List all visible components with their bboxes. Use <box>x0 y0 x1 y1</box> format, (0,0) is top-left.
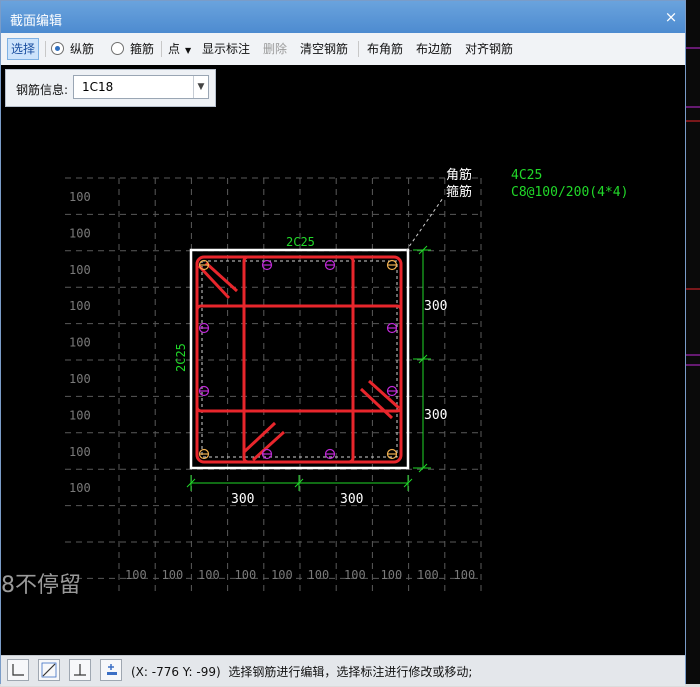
grid-label: 100 <box>454 568 476 582</box>
grid-label: 100 <box>69 445 91 459</box>
dim-bottom-right[interactable]: 300 <box>340 492 363 507</box>
status-bar: (X: -776 Y: -99) 选择钢筋进行编辑，选择标注进行修改或移动; <box>1 655 685 686</box>
drawing-canvas[interactable]: 100 100 100 100 100 100 100 100 100 100 100 100 100 1… <box>1 65 685 655</box>
align-rebar-button[interactable]: 对齐钢筋 <box>465 39 513 59</box>
dim-bottom-left[interactable]: 300 <box>231 492 254 507</box>
grid-label: 100 <box>344 568 366 582</box>
show-annotation-button[interactable]: 显示标注 <box>202 39 250 59</box>
grid-label: 100 <box>235 568 257 582</box>
grid-label: 100 <box>69 481 91 495</box>
dim-right-top[interactable]: 300 <box>424 299 447 314</box>
watermark: 8不停留 <box>1 573 81 598</box>
select-tool-button[interactable]: 选择 <box>7 38 40 60</box>
grid-label: 100 <box>69 299 91 313</box>
rebar-info-label: 钢筋信息: <box>16 83 69 97</box>
toolbar: 选择 纵筋 箍筋 点 ▼ 显示标注 删除 清空钢筋 布角筋 布边筋 对齐钢筋 <box>1 33 685 66</box>
grid-label: 100 <box>69 372 91 386</box>
corner-rebar-button[interactable]: 布角筋 <box>367 39 403 59</box>
section-drawing: 100 100 100 100 100 100 100 100 100 100 100 100 100 1… <box>65 167 628 591</box>
grid-label: 100 <box>381 568 403 582</box>
background-app-strip <box>686 0 700 684</box>
status-text: (X: -776 Y: -99) 选择钢筋进行编辑，选择标注进行修改或移动; <box>131 663 472 680</box>
close-icon[interactable]: × <box>663 9 679 25</box>
background-grid <box>65 177 482 591</box>
grid-label: 100 <box>308 568 330 582</box>
perpendicular-icon[interactable] <box>69 659 91 681</box>
left-edge-label[interactable]: 2C25 <box>174 343 188 372</box>
grid-label: 100 <box>69 336 91 350</box>
rebar-info-select[interactable]: 1C18 ▼ <box>73 75 209 99</box>
snap-line-icon[interactable] <box>38 659 60 681</box>
corner-label[interactable]: 角筋 <box>446 167 472 183</box>
toolbar-separator <box>358 41 359 57</box>
grid-label: 100 <box>125 568 147 582</box>
toggle-panel-icon[interactable] <box>100 659 122 681</box>
status-message: 选择钢筋进行编辑，选择标注进行修改或移动; <box>228 665 473 679</box>
grid-label: 100 <box>69 263 91 277</box>
chevron-down-icon[interactable]: ▼ <box>193 76 208 98</box>
chevron-down-icon: ▼ <box>185 46 192 55</box>
delete-button[interactable]: 删除 <box>263 39 287 59</box>
grid-label: 100 <box>69 226 91 240</box>
grid-label: 100 <box>271 568 293 582</box>
ortho-mode-icon[interactable] <box>7 659 29 681</box>
toolbar-separator <box>45 41 46 57</box>
toolbar-separator <box>161 41 162 57</box>
stirrup-label: 箍筋 <box>130 42 155 56</box>
rebar-info-value: 1C18 <box>82 80 114 94</box>
window-title: 截面编辑 <box>10 14 63 29</box>
stirrup-label-text[interactable]: 箍筋 <box>446 184 472 200</box>
grid-label: 100 <box>417 568 439 582</box>
title-bar: 截面编辑 × <box>1 1 685 33</box>
grid-label: 100 <box>69 408 91 422</box>
corner-value-label[interactable]: 4C25 <box>511 168 542 183</box>
longitudinal-label: 纵筋 <box>70 42 95 56</box>
stirrup-radio[interactable]: 箍筋 <box>111 39 154 59</box>
longitudinal-radio[interactable]: 纵筋 <box>51 39 94 59</box>
grid-label: 100 <box>69 190 91 204</box>
radio-checked-icon <box>51 42 64 55</box>
dim-right-bottom[interactable]: 300 <box>424 408 447 423</box>
point-dropdown[interactable]: 点 ▼ <box>168 39 191 59</box>
clear-rebar-button[interactable]: 清空钢筋 <box>300 39 348 59</box>
top-edge-label[interactable]: 2C25 <box>286 235 315 249</box>
point-label: 点 <box>168 42 181 56</box>
cursor-coords: (X: -776 Y: -99) <box>131 665 221 679</box>
grid-label: 100 <box>198 568 220 582</box>
section-editor-window: 截面编辑 × 选择 纵筋 箍筋 点 ▼ 显示标注 删除 清空钢筋 布角筋 布边筋 … <box>0 0 686 686</box>
grid-label: 100 <box>162 568 184 582</box>
rebar-info-panel: 钢筋信息: 1C18 ▼ <box>5 69 216 107</box>
stirrup-value-label[interactable]: C8@100/200(4*4) <box>511 185 628 200</box>
edge-rebar-button[interactable]: 布边筋 <box>416 39 452 59</box>
leader-line <box>405 197 444 252</box>
radio-unchecked-icon <box>111 42 124 55</box>
